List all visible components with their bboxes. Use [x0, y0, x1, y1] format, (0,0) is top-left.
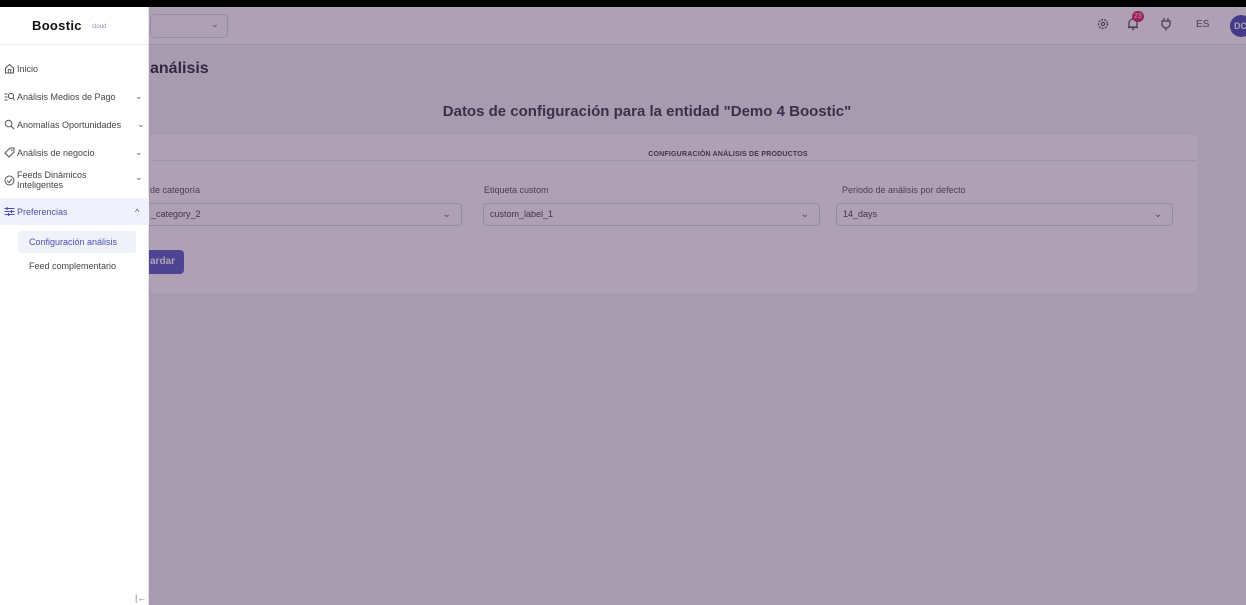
- home-icon: [4, 63, 15, 74]
- chevron-down-icon: ⌄: [135, 172, 143, 182]
- sidebar-item-label: Anomalías Oportunidades: [17, 120, 122, 130]
- sidebar-item-inicio[interactable]: Inicio: [0, 58, 149, 80]
- analytics-icon: [4, 91, 15, 102]
- sidebar-subitem-configuracion-analisis[interactable]: Configuración análisis: [18, 231, 136, 253]
- sliders-icon: [4, 206, 15, 217]
- sidebar-item-label: Preferencias: [17, 207, 68, 217]
- search-icon: [4, 119, 15, 130]
- app-window: ⌄ 23 ES DC análisis Datos de configuraci…: [0, 0, 1246, 605]
- brand-suffix: cloud: [92, 24, 107, 30]
- sidebar-item-feeds-dinamicos[interactable]: Feeds Dinámicos Inteligentes ⌄: [0, 169, 149, 191]
- chevron-up-icon: ^: [135, 207, 140, 217]
- brand-logo[interactable]: Boostic: [32, 18, 82, 33]
- sidebar-item-label: Análisis de negocio: [17, 148, 95, 158]
- modal-backdrop[interactable]: [0, 7, 1246, 605]
- sidebar-item-label: Inicio: [17, 64, 39, 74]
- chevron-down-icon: ⌄: [135, 147, 143, 157]
- sidebar-item-preferencias[interactable]: Preferencias ^: [0, 198, 149, 225]
- sidebar: Boostic cloud Inicio Análisis Medios de …: [0, 7, 149, 605]
- sidebar-subitem-label: Configuración análisis: [29, 237, 118, 247]
- logo-area: Boostic cloud: [0, 7, 149, 45]
- sidebar-subitem-label: Feed complementario: [29, 261, 117, 271]
- tag-icon: [4, 147, 15, 158]
- sidebar-item-analisis-de-negocio[interactable]: Análisis de negocio ⌄: [0, 142, 149, 164]
- feed-icon: [4, 175, 15, 186]
- sidebar-item-anomalias-oportunidades[interactable]: Anomalías Oportunidades ⌄: [0, 114, 149, 136]
- collapse-sidebar-icon[interactable]: |←: [135, 593, 146, 603]
- sidebar-subitem-feed-complementario[interactable]: Feed complementario: [18, 255, 136, 277]
- sidebar-item-label: Feeds Dinámicos Inteligentes: [17, 170, 87, 190]
- chevron-down-icon: ⌄: [137, 119, 145, 129]
- sidebar-item-label: Análisis Medios de Pago: [17, 92, 116, 102]
- sidebar-item-analisis-medios-de-pago[interactable]: Análisis Medios de Pago ⌄: [0, 86, 149, 108]
- chevron-down-icon: ⌄: [135, 91, 143, 101]
